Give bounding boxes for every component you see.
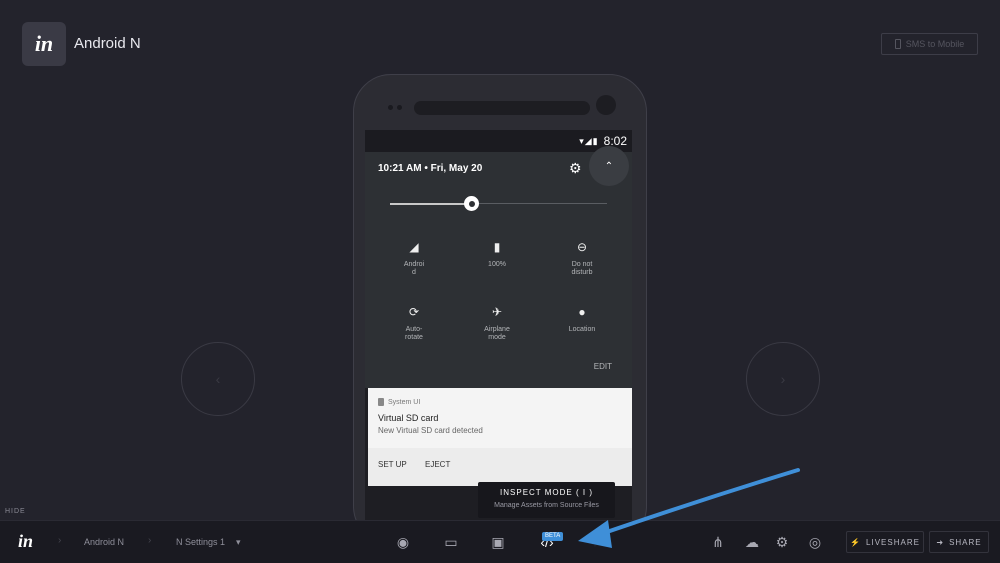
status-bar: ▾◢▮ 8:02 — [365, 130, 632, 152]
location-icon: ● — [578, 305, 586, 319]
tile-airplane[interactable]: ✈ Airplane mode — [467, 304, 527, 342]
edit-button[interactable]: EDIT — [594, 362, 612, 371]
tile-label: Airplane mode — [484, 326, 510, 341]
gear-icon[interactable]: ⚙ — [569, 160, 582, 177]
breadcrumb-separator-icon: › — [148, 535, 152, 546]
share-link-icon[interactable]: ⋔ — [708, 533, 728, 551]
breadcrumb-separator-icon: › — [58, 535, 62, 546]
comment-mode-icon[interactable]: ▭ — [441, 533, 461, 551]
tile-label: Androi d — [403, 261, 425, 276]
do-not-disturb-icon: ⊖ — [576, 240, 588, 254]
hide-toolbar-button[interactable]: HIDE — [5, 508, 26, 515]
chevron-left-icon: ‹ — [215, 371, 221, 387]
status-icons: ▾◢▮ — [579, 135, 599, 146]
notification-actions: SET UP EJECT — [368, 448, 632, 486]
liveshare-label: LIVESHARE — [866, 537, 920, 547]
tile-auto-rotate[interactable]: ⟳ Auto- rotate — [384, 304, 444, 342]
tile-network[interactable]: ◢ Androi d — [384, 239, 444, 277]
history-icon[interactable]: ◔ — [585, 533, 605, 551]
settings-gear-icon[interactable]: ⚙ — [772, 533, 792, 551]
notification-app: System UI — [378, 398, 420, 406]
cloud-sync-icon[interactable]: ☁ — [742, 533, 762, 551]
toolbar-logo[interactable]: in — [18, 531, 33, 552]
tile-location[interactable]: ● Location — [552, 304, 612, 334]
chevron-down-icon[interactable]: ▾ — [236, 537, 241, 548]
notification-title: Virtual SD card — [378, 413, 439, 423]
airplane-icon: ✈ — [491, 305, 503, 319]
tooltip-subtitle: Manage Assets from Source Files — [494, 502, 599, 509]
qs-datetime: 10:21 AM • Fri, May 20 — [378, 163, 483, 174]
notification-body: New Virtual SD card detected — [378, 426, 483, 435]
previous-screen-button[interactable]: ‹ — [181, 342, 255, 416]
tile-label: Location — [568, 326, 596, 333]
chevron-up-icon: ⌃ — [604, 160, 614, 172]
inspect-mode-tooltip: INSPECT MODE ( I ) Manage Assets from So… — [478, 482, 615, 518]
lightning-icon: ⚡ — [850, 537, 862, 547]
tile-do-not-disturb[interactable]: ⊖ Do not disturb — [552, 239, 612, 277]
share-label: SHARE — [949, 537, 982, 547]
set-up-button[interactable]: SET UP — [378, 460, 407, 469]
brightness-thumb[interactable] — [464, 196, 479, 211]
eject-button[interactable]: EJECT — [425, 460, 450, 469]
invision-logo[interactable]: in — [22, 22, 66, 66]
sensor-dots — [388, 105, 402, 110]
signal-icon: ◢ — [409, 240, 419, 254]
arrow-right-icon: ➜ — [936, 537, 945, 547]
quick-settings-panel: 10:21 AM • Fri, May 20 ⚙ ⌃ ◢ Androi d ▮ … — [365, 146, 632, 388]
phone-camera — [596, 95, 616, 115]
beta-badge: BETA — [542, 532, 564, 541]
page-title: Android N — [74, 35, 141, 52]
bottom-toolbar: in › Android N › N Settings 1 ▾ ◉ ▭ ▣ ‹/… — [0, 520, 1000, 563]
auto-rotate-icon: ⟳ — [408, 305, 420, 319]
build-mode-icon[interactable]: ▣ — [488, 533, 508, 551]
sms-button-label: SMS to Mobile — [905, 39, 965, 49]
tile-label: Auto- rotate — [405, 326, 423, 341]
tile-label: Do not disturb — [571, 261, 593, 276]
phone-speaker — [414, 101, 590, 115]
notification-app-label: System UI — [388, 398, 421, 406]
help-icon[interactable]: ◎ — [805, 533, 825, 551]
next-screen-button[interactable]: › — [746, 342, 820, 416]
brightness-fill — [390, 203, 472, 205]
breadcrumb-screen[interactable]: N Settings 1 — [176, 537, 225, 547]
preview-mode-eye-icon[interactable]: ◉ — [393, 533, 413, 551]
breadcrumb-project[interactable]: Android N — [84, 537, 124, 547]
collapse-button[interactable]: ⌃ — [589, 146, 629, 186]
liveshare-button[interactable]: ⚡ LIVESHARE — [846, 531, 924, 553]
tile-label: 100% — [488, 261, 506, 268]
tile-battery[interactable]: ▮ 100% — [467, 239, 527, 269]
tooltip-title: INSPECT MODE ( I ) — [500, 488, 593, 497]
phone-icon — [894, 39, 901, 49]
share-button[interactable]: ➜ SHARE — [929, 531, 989, 553]
chevron-right-icon: › — [780, 371, 786, 387]
sd-card-icon — [378, 398, 384, 406]
sms-to-mobile-button[interactable]: SMS to Mobile — [881, 33, 978, 55]
notification-card[interactable]: System UI Virtual SD card New Virtual SD… — [368, 388, 632, 486]
battery-icon: ▮ — [493, 240, 501, 254]
phone-screen[interactable]: ▾◢▮ 8:02 10:21 AM • Fri, May 20 ⚙ ⌃ ◢ An… — [365, 130, 632, 520]
